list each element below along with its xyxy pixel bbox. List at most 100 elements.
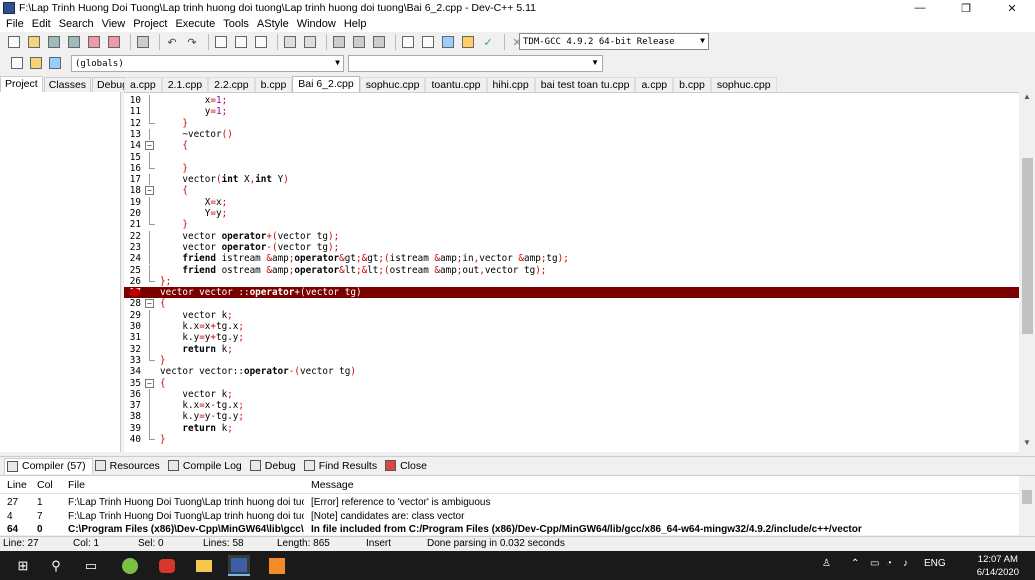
scroll-down-icon[interactable]: ▼ — [1019, 438, 1035, 452]
scope-select[interactable]: (globals) ▼ — [71, 55, 344, 72]
save-icon[interactable] — [46, 34, 62, 50]
menu-edit[interactable]: Edit — [28, 18, 55, 30]
menu-help[interactable]: Help — [340, 18, 371, 30]
header-file[interactable]: File — [68, 479, 304, 491]
code-line[interactable]: 20 Y=y; — [124, 208, 1019, 220]
tab-classes[interactable]: Classes — [43, 77, 92, 92]
header-col[interactable]: Col — [37, 479, 53, 491]
tab-compiler[interactable]: Compiler (57) — [4, 457, 93, 474]
check-syntax-icon[interactable]: ✓ — [480, 34, 496, 50]
code-line[interactable]: 17 vector(int X,int Y) — [124, 174, 1019, 186]
menu-search[interactable]: Search — [55, 18, 98, 30]
header-line[interactable]: Line — [7, 479, 27, 491]
file-tab[interactable]: b.cpp — [673, 77, 711, 92]
goto-forward-icon[interactable] — [351, 34, 367, 50]
volume-icon[interactable]: ♪ — [903, 558, 908, 569]
devcpp-taskbar-icon[interactable] — [228, 555, 250, 576]
code-line[interactable]: 28−{ — [124, 298, 1019, 309]
fold-toggle-icon[interactable]: − — [145, 141, 154, 151]
file-tab[interactable]: a.cpp — [635, 77, 674, 92]
print-icon[interactable] — [135, 34, 151, 50]
scrollbar-thumb[interactable] — [1022, 490, 1032, 504]
fold-toggle-icon[interactable]: − — [145, 378, 154, 388]
menu-view[interactable]: View — [98, 18, 130, 30]
network-icon[interactable]: ◔ — [886, 558, 892, 569]
code-line[interactable]: 12 } — [124, 117, 1019, 129]
app-orange-icon[interactable] — [266, 555, 288, 576]
code-line[interactable]: 34 vector vector::operator-(vector tg) — [124, 366, 1019, 377]
tab-project[interactable]: Project — [0, 76, 43, 92]
header-message[interactable]: Message — [311, 479, 354, 491]
code-line[interactable]: 10 x=1; — [124, 95, 1019, 107]
code-line[interactable]: 40} — [124, 434, 1019, 445]
code-line[interactable]: 36 vector k; — [124, 388, 1019, 401]
window-icon[interactable] — [420, 34, 436, 50]
code-line[interactable]: 11 y=1; — [124, 106, 1019, 118]
file-tab[interactable]: 2.2.cpp — [208, 77, 255, 92]
code-line[interactable]: 24 friend istream &amp;operator&gt;&gt;(… — [124, 253, 1019, 265]
file-tab[interactable]: toantu.cpp — [425, 77, 487, 92]
message-row[interactable]: 27 1 F:\Lap Trinh Huong Doi Tuong\Lap trin… — [0, 496, 1019, 509]
menu-astyle[interactable]: AStyle — [253, 18, 293, 30]
chevron-up-icon[interactable]: ⌃ — [851, 558, 859, 569]
menu-window[interactable]: Window — [293, 18, 340, 30]
code-line[interactable]: 39 return k; — [124, 422, 1019, 434]
code-line[interactable]: 15 — [124, 151, 1019, 163]
file-tab[interactable]: 2.1.cpp — [161, 77, 209, 92]
indent-icon[interactable] — [282, 34, 298, 50]
code-line[interactable]: 14− { — [124, 140, 1019, 151]
message-row[interactable]: 4 7 F:\Lap Trinh Huong Doi Tuong\Lap trinh… — [0, 510, 1019, 523]
code-line[interactable]: 13 ~vector() — [124, 128, 1019, 141]
tab-debug-output[interactable]: Debug — [248, 458, 302, 474]
code-line[interactable]: 23 vector operator-(vector tg); — [124, 241, 1019, 254]
messages-scrollbar[interactable] — [1019, 475, 1035, 535]
goto-back-icon[interactable] — [331, 34, 347, 50]
code-line[interactable]: 18− { — [124, 185, 1019, 196]
compile-run-icon[interactable] — [460, 34, 476, 50]
code-line[interactable]: 22 vector operator+(vector tg); — [124, 230, 1019, 242]
code-line[interactable]: 33} — [124, 354, 1019, 366]
code-line[interactable]: 38 k.y=y-tg.y; — [124, 411, 1019, 423]
code-line[interactable]: 16 } — [124, 162, 1019, 174]
menu-execute[interactable]: Execute — [171, 18, 219, 30]
search-icon[interactable]: ⚲ — [45, 555, 67, 576]
file-tab[interactable]: b.cpp — [254, 77, 293, 92]
tab-compile-log[interactable]: Compile Log — [166, 458, 248, 474]
file-tab[interactable]: sophuc.cpp — [710, 77, 777, 92]
app-green-icon[interactable] — [119, 555, 141, 576]
minimize-button[interactable]: — — [897, 0, 943, 16]
file-tab[interactable]: Bai 6_2.cpp — [292, 76, 360, 92]
message-row[interactable]: 64 0 C:\Program Files (x86)\Dev-Cpp\MinGW6… — [0, 523, 1019, 535]
close-file-icon[interactable] — [86, 34, 102, 50]
battery-icon[interactable]: ▭ — [870, 558, 879, 569]
unindent-icon[interactable] — [302, 34, 318, 50]
code-line[interactable]: 25 friend ostream &amp;operator&lt;&lt;(… — [124, 264, 1019, 276]
tab-find-results[interactable]: Find Results — [302, 458, 383, 474]
replace-icon[interactable] — [233, 34, 249, 50]
file-tab[interactable]: sophuc.cpp — [359, 77, 426, 92]
bookmark-icon[interactable] — [371, 34, 387, 50]
project-icon[interactable] — [400, 34, 416, 50]
people-icon[interactable]: ♙ — [822, 558, 831, 569]
task-view-icon[interactable]: ▭ — [80, 555, 102, 576]
tab-resources[interactable]: Resources — [93, 458, 166, 474]
close-all-icon[interactable] — [106, 34, 122, 50]
code-line[interactable]: 30 k.x=x+tg.x; — [124, 321, 1019, 333]
code-editor[interactable]: 10 x=1; 11 y=1; 12 } 13 ~vector() 14− {15 16 … — [124, 92, 1035, 452]
code-line-error[interactable]: 27vector vector ::operator+(vector tg) — [124, 287, 1019, 299]
menu-project[interactable]: Project — [129, 18, 171, 30]
file-tab[interactable]: a.cpp — [124, 77, 162, 92]
tab-close[interactable]: Close — [383, 458, 433, 474]
toggle-bookmark-icon[interactable] — [28, 55, 44, 71]
file-explorer-icon[interactable] — [193, 555, 215, 576]
scroll-up-icon[interactable]: ▲ — [1019, 92, 1035, 106]
maximize-button[interactable]: ❐ — [943, 0, 989, 16]
menu-file[interactable]: File — [2, 18, 28, 30]
save-all-icon[interactable] — [66, 34, 82, 50]
insert-icon[interactable] — [9, 55, 25, 71]
code-line[interactable]: 26}; — [124, 275, 1019, 287]
windows-start-icon[interactable]: ⊞ — [12, 555, 34, 576]
new-file-icon[interactable] — [6, 34, 22, 50]
undo-icon[interactable]: ↶ — [164, 34, 180, 50]
file-tab[interactable]: hihi.cpp — [486, 77, 535, 92]
